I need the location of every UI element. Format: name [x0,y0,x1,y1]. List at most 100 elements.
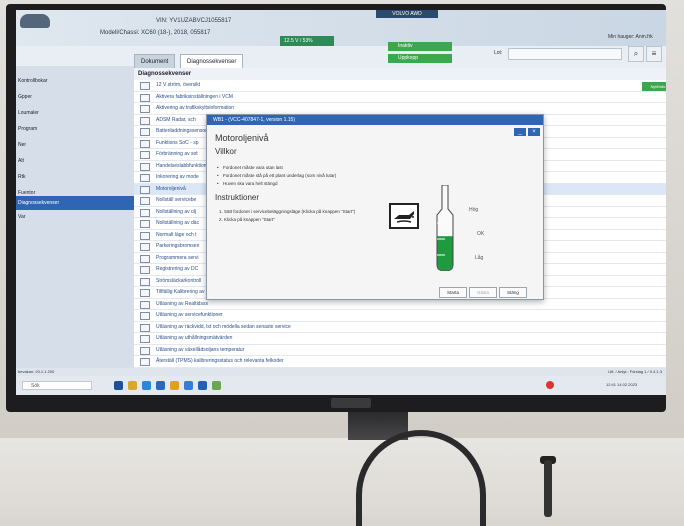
sequence-icon [140,105,150,113]
search-icon[interactable]: ⌕ [628,46,644,62]
model-text: Modell/Chassi: XC60 (18-), 2018, 055817 [100,30,211,36]
sequence-icon [140,82,150,90]
oil-level-dialog: WB1 - (VCC-407847-1, version 1.15) _ × M… [206,114,544,300]
list-item-label: Parkeringsbromsen [156,243,200,249]
sequence-icon [140,162,150,171]
list-item-label: Inkorering av mode [156,174,199,180]
sequence-icon [140,128,150,136]
list-item[interactable]: Utläsning av uthållningsmätvärden [134,333,666,345]
list-item-label: Funktions SoC - sp [156,139,199,146]
list-item-label: 12 V ström, översikt [156,82,201,88]
sidebar-item-selected[interactable]: Diagnossekvenser [16,196,134,210]
battery-status: 12.5 V / 53% [280,36,334,46]
dialog-title: WB1 - (VCC-407847-1, version 1.15) [207,115,543,125]
list-item[interactable]: 12 V ström, översikt [134,80,666,92]
vin-text: VIN: YV1UZABVCJ1055817 [156,18,232,24]
notification-icon[interactable] [546,381,554,389]
sidebar-item[interactable]: Alt [16,154,134,168]
sequence-icon [140,277,150,286]
lot-label: Lot: [494,50,503,56]
sequence-icon [140,139,150,148]
desk [0,438,684,517]
list-item-label: Programmera servi [156,254,199,261]
sidebar-item[interactable]: Rtk [16,170,134,184]
monitor-bezel: VOLVO AWD VIN: YV1UZABVCJ1055817 Modell/… [6,4,666,412]
list-item-label: Batteriladdningssensor [156,128,207,134]
gauge-label-low: Låg [475,255,484,261]
file-explorer-icon[interactable] [128,381,137,390]
screen: VOLVO AWD VIN: YV1UZABVCJ1055817 Modell/… [16,10,666,395]
list-item-label: Utläsning av uthållningsmätvärden [156,335,233,341]
microphone-icon [544,460,552,517]
sidebar-item[interactable]: Gpper [16,90,134,104]
monitor-logo [331,398,371,408]
status-bar: bevakan: 20.1.1.200 Utf. / Anlyt.: Försl… [16,368,666,376]
sequence-icon [140,312,150,320]
list-item[interactable]: Utläsning av växellådsoljans temperatur [134,345,666,356]
conditions-heading: Villkor [215,147,237,156]
lot-input[interactable] [508,48,622,60]
list-item-label: Nollställning av däc [156,220,200,226]
condition-item: Fordonet måste vara utan last [217,165,283,170]
close-button[interactable]: Stäng [499,287,527,298]
app-icon[interactable] [156,381,165,390]
instruction-step: 2. Klicka på knappen "Start" [219,217,275,222]
list-item-label: Registrering av DC [156,266,199,272]
list-item[interactable]: Aktivera fabriksinställningen i VCM [134,92,666,103]
sequence-icon [140,220,150,228]
sidebar-item[interactable]: Kontrollbokar [16,74,134,88]
list-item-label: Strömsläckarkontroll [156,277,202,284]
sidebar-item[interactable]: Var [16,210,134,224]
menu-icon[interactable]: ≡ [646,46,662,62]
sequence-icon [140,289,150,297]
next-button[interactable]: Nästa [469,287,497,298]
list-item[interactable]: Återställ (TPMS) kalibreringsstatus och … [134,356,666,368]
store-icon[interactable] [184,381,193,390]
gauge-label-ok: OK [477,231,485,237]
sidebar-item[interactable]: Loumaler [16,106,134,120]
sequence-icon [140,151,150,159]
list-item[interactable]: Utläsning av räckvidd, lst och mödella s… [134,322,666,333]
sidebar-item[interactable]: Program [16,122,134,136]
list-item-label: Återställ (TPMS) kalibreringsstatus och … [156,358,284,364]
nav-tab[interactable]: VOLVO AWD [376,10,438,18]
close-icon[interactable]: × [528,128,540,136]
sequence-icon [140,358,150,366]
sequence-icon [140,174,150,182]
user-text: Min hauger: Anm.frk [608,34,653,40]
list-item[interactable]: Aktivering av trafikskyltsinformation [134,103,666,115]
sequence-icon [140,116,150,125]
sequence-icon [140,300,150,309]
status-badge-inactive[interactable]: Inaktiv [388,42,452,51]
list-item[interactable]: Utläsning av Realtidsss [134,299,666,310]
excel-icon[interactable] [212,381,221,390]
status-badge-connected[interactable]: Uppkopp [388,54,452,63]
taskbar: Sök 12:41 14.02.2023 [16,376,666,395]
list-item-label: Aktivering av trafikskyltsinformation [156,105,235,111]
start-icon[interactable] [114,381,123,390]
minimize-icon[interactable]: _ [514,128,526,136]
condition-item: Huven ska vara helt stängd [217,181,277,186]
sequence-icon [140,335,150,343]
sequence-icon [140,197,150,205]
condition-item: Fordonet måste stå på ett plant underlag… [217,173,336,178]
start-button[interactable]: Starta [439,287,467,298]
status-right: Utf. / Anlyt.: Förslag 1 / 0.4.1.3 [608,369,662,374]
list-item[interactable]: Utläsning av servicefunktioner [134,310,666,322]
sequence-icon [140,93,150,102]
taskbar-search[interactable]: Sök [22,381,92,390]
sequence-icon [140,346,150,355]
sequence-icon [140,185,150,194]
chrome-icon[interactable] [170,381,179,390]
sequence-icon [140,231,150,240]
outlook-icon[interactable] [198,381,207,390]
sidebar: Kontrollbokar Gpper Loumaler Program Ner… [16,66,134,371]
sequence-icon [140,243,150,251]
app-header: VOLVO AWD VIN: YV1UZABVCJ1055817 Modell/… [16,10,666,46]
dialog-heading: Motoroljenivå [215,133,269,143]
list-item-label: Utläsning av räckvidd, lst och mödella s… [156,323,291,330]
list-item-label: Handelseslabbfunktion [156,162,207,169]
oil-can-icon [389,203,419,229]
sidebar-item[interactable]: Ner [16,138,134,152]
edge-icon[interactable] [142,381,151,390]
